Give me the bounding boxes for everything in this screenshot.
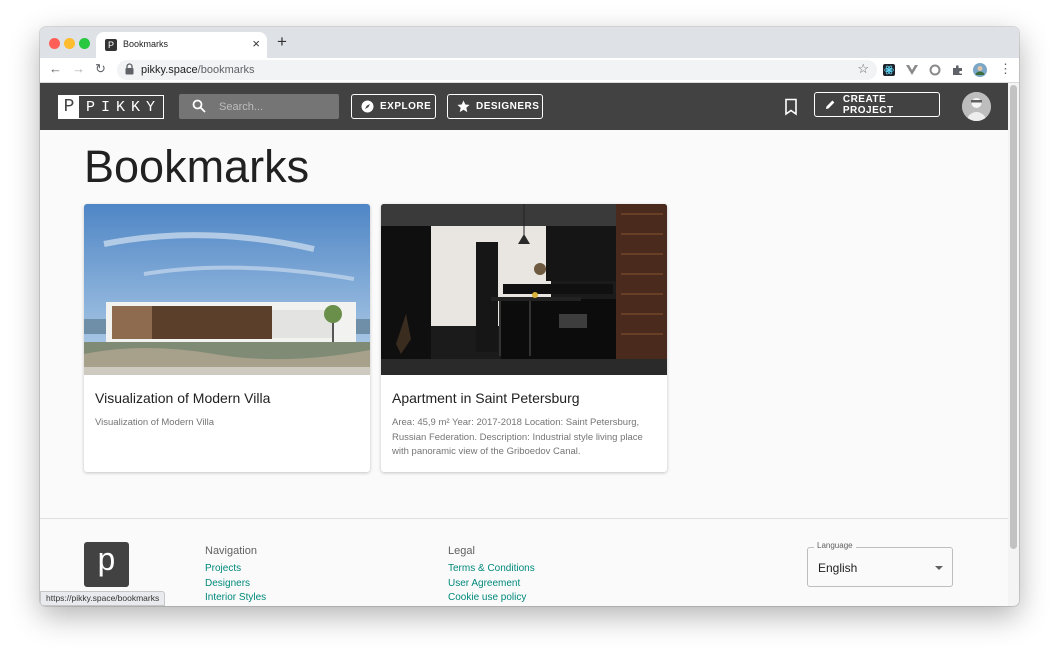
language-value: English [818,561,858,575]
compass-icon [361,100,374,113]
minimize-window-button[interactable] [64,38,75,49]
scrollbar-thumb[interactable] [1010,85,1017,549]
project-card-villa[interactable]: Visualization of Modern Villa Visualizat… [84,204,370,472]
footer-link-terms[interactable]: Terms & Conditions [448,562,535,577]
footer-legal: Legal Terms & Conditions User Agreement … [448,545,535,606]
maximize-window-button[interactable] [79,38,90,49]
card-title[interactable]: Visualization of Modern Villa [95,390,270,406]
lock-icon [125,63,134,75]
url-host: pikky.space [141,64,198,76]
footer-navigation: Navigation Projects Designers Interior S… [205,545,266,606]
dropdown-arrow-icon [935,566,943,570]
footer-link-projects[interactable]: Projects [205,562,266,577]
vue-extension-icon[interactable] [906,64,918,76]
logo-word: PIKKY [86,99,162,116]
back-icon[interactable]: ← [49,61,62,76]
pikky-favicon-icon: P [105,39,117,51]
card-description: Visualization of Modern Villa [95,417,214,428]
tab-strip: P Bookmarks × + [40,27,1019,58]
url-field[interactable]: pikky.space/bookmarks ☆ [117,60,877,80]
apartment-image [381,204,667,375]
address-bar-row: ← → ↻ pikky.space/bookmarks ☆ ⋮ [40,58,1019,83]
designers-button[interactable]: DESIGNERS [447,94,543,119]
url-path: /bookmarks [197,64,255,76]
tab-title: Bookmarks [123,39,169,49]
bookmark-star-icon[interactable]: ☆ [857,61,869,77]
search-icon [192,99,206,113]
bookmark-icon[interactable] [784,98,798,116]
reload-icon[interactable]: ↻ [95,61,106,77]
card-description: Area: 45,9 m² Year: 2017-2018 Location: … [392,417,643,457]
explore-label: EXPLORE [380,101,432,112]
close-window-button[interactable] [49,38,60,49]
create-project-button[interactable]: CREATE PROJECT [814,92,940,117]
card-title[interactable]: Apartment in Saint Petersburg [392,390,580,406]
react-extension-icon[interactable] [883,64,895,76]
browser-window: P Bookmarks × + ← → ↻ pikky.space/bookma… [40,27,1019,606]
forward-icon[interactable]: → [72,61,85,76]
create-project-label: CREATE PROJECT [842,93,894,116]
designers-label: DESIGNERS [476,101,540,112]
user-photo [962,92,991,121]
footer-link-cookie-policy[interactable]: Cookie use policy [448,591,535,606]
new-tab-button[interactable]: + [277,32,287,52]
circle-extension-icon[interactable] [929,64,941,76]
project-card-apartment[interactable]: Apartment in Saint Petersburg Area: 45,9… [381,204,667,472]
explore-button[interactable]: EXPLORE [351,94,436,119]
pikky-logo[interactable]: P PIKKY [58,95,164,119]
language-label: Language [814,541,856,550]
app-header: P PIKKY EXPLORE DESIGNERS [40,83,1008,130]
footer-divider [40,518,1008,519]
status-bar-url: https://pikky.space/bookmarks [40,591,166,606]
tab-close-icon[interactable]: × [252,36,260,51]
logo-letter: P [59,96,79,118]
user-avatar[interactable] [962,92,991,121]
footer-link-user-agreement[interactable]: User Agreement [448,577,535,592]
footer-navigation-heading: Navigation [205,545,257,557]
language-select[interactable]: Language English [807,541,953,587]
page-title: Bookmarks [84,141,310,192]
puzzle-extensions-icon[interactable] [952,64,964,76]
star-icon [457,100,470,113]
browser-menu-icon[interactable]: ⋮ [999,61,1012,77]
pencil-icon [825,100,835,109]
footer-logo[interactable]: p [84,542,129,587]
search-box [179,94,339,119]
footer-link-interior-styles[interactable]: Interior Styles [205,591,266,606]
profile-avatar-icon[interactable] [973,63,987,77]
browser-tab-bookmarks[interactable]: P Bookmarks × [96,32,267,58]
footer-link-designers[interactable]: Designers [205,577,266,592]
search-input[interactable] [219,98,331,115]
footer-legal-heading: Legal [448,545,475,557]
villa-image [84,204,370,375]
url-text: pikky.space/bookmarks [141,64,255,76]
